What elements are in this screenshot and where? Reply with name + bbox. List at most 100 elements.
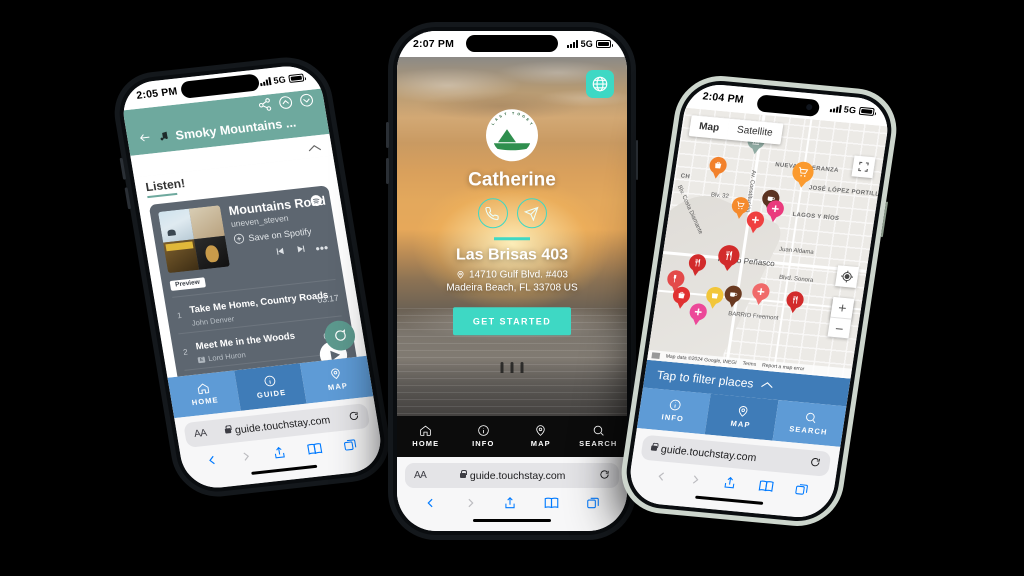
info-icon (477, 425, 489, 436)
my-location-icon[interactable] (835, 265, 860, 288)
reload-icon[interactable] (808, 454, 822, 473)
back-button[interactable] (654, 468, 669, 485)
forward-button[interactable] (688, 471, 703, 488)
sidebar-item-search[interactable]: SEARCH (569, 416, 627, 457)
forward-button[interactable] (464, 495, 477, 511)
home-indicator (405, 514, 619, 527)
zoom-in-button[interactable]: + (830, 297, 854, 319)
chevron-down-circle-icon[interactable] (298, 93, 315, 113)
reload-icon[interactable] (599, 467, 610, 485)
chevron-up-icon[interactable] (306, 139, 323, 158)
logo-ring-text: L A S T T O G E T (490, 111, 534, 127)
left-network-label: 5G (272, 74, 287, 86)
power-rail (635, 140, 638, 180)
map-pin-cafe[interactable] (723, 285, 744, 309)
terms-link[interactable]: Terms (742, 361, 756, 368)
volume-down-rail (124, 187, 131, 210)
tabs-button[interactable] (341, 436, 358, 453)
reload-icon[interactable] (347, 407, 361, 426)
text-size-button[interactable]: AA (414, 470, 427, 481)
spotify-player-card[interactable]: Mountains Road uneven_steven Save on Spo… (148, 185, 364, 378)
chevron-up-circle-icon[interactable] (278, 95, 295, 115)
map-pin-medical[interactable] (744, 210, 765, 235)
url-text: guide.touchstay.com (469, 469, 566, 482)
address-line-1: 14710 Gulf Blvd. #403 (456, 269, 568, 280)
notch (466, 35, 558, 52)
center-bottom-nav: HOME INFO MAP SEARCH (397, 416, 627, 457)
back-button[interactable] (205, 452, 221, 469)
map-tab[interactable]: Map (688, 115, 730, 140)
share-button[interactable] (722, 474, 738, 491)
map-pin-pharmacy[interactable] (765, 199, 785, 224)
address-text-1: 14710 Gulf Blvd. #403 (469, 268, 568, 280)
next-track-icon[interactable] (294, 241, 308, 260)
tabs-button[interactable] (586, 495, 600, 511)
center-url-bar[interactable]: AA guide.touchstay.com (405, 463, 619, 488)
sidebar-item-info[interactable]: INFO (454, 416, 512, 457)
address-text-2: Madeira Beach, FL 33708 US (446, 281, 578, 293)
tabs-button[interactable] (794, 481, 810, 498)
text-size-button[interactable]: AA (193, 428, 207, 440)
sidebar-item-map[interactable]: MAP (512, 416, 570, 457)
nav-label: HOME (191, 395, 220, 408)
host-name: Catherine (468, 169, 556, 191)
share-icon[interactable] (257, 97, 274, 117)
chat-icon (335, 329, 346, 341)
track-number: 1 (176, 310, 183, 320)
map-pin-icon (536, 425, 545, 436)
lock-icon (650, 445, 658, 451)
map-pin-restaurant[interactable] (665, 269, 686, 294)
nav-label: MAP (327, 381, 349, 393)
music-note-icon (157, 129, 170, 145)
get-started-button[interactable]: GET STARTED (452, 306, 572, 335)
share-button[interactable] (503, 495, 517, 511)
call-button[interactable] (477, 198, 508, 229)
map-pin-shopping[interactable] (790, 161, 816, 191)
zoom-out-button[interactable]: − (827, 316, 852, 339)
chevron-up-icon[interactable] (759, 377, 774, 392)
lock-icon (224, 428, 232, 434)
sidebar-item-search[interactable]: SEARCH (772, 400, 847, 447)
volume-up-rail (386, 122, 389, 148)
home-icon (197, 383, 210, 395)
nav-label: MAP (530, 439, 551, 448)
language-globe-button[interactable] (586, 70, 614, 98)
beach-silhouettes (500, 361, 524, 373)
report-error-link[interactable]: Report a map error (762, 362, 805, 372)
sidebar-item-info[interactable]: INFO (636, 387, 711, 435)
previous-track-icon[interactable] (274, 243, 288, 262)
battery-icon (858, 106, 875, 117)
map-pin-shopping[interactable] (707, 156, 728, 180)
track-artist: Lord Huron (207, 350, 247, 364)
nav-label: GUIDE (256, 387, 287, 400)
property-logo: L A S T T O G E T (486, 109, 538, 162)
back-button[interactable] (424, 495, 437, 511)
google-map[interactable]: Map Satellite CH NUEVA ESPERANZA JOSÉ LÓ… (647, 107, 889, 379)
left-content: Listen! Mountains Road uneven_steven Sav… (133, 155, 367, 378)
arrow-left-icon[interactable] (136, 130, 154, 147)
map-pin-pharmacy[interactable] (687, 302, 708, 326)
location-pin-icon (457, 270, 464, 279)
hero-section: L A S T T O G E T Catherine Las Brisas 4… (397, 57, 627, 416)
map-pin-icon (331, 368, 340, 380)
fullscreen-icon[interactable] (851, 155, 876, 179)
bookmarks-button[interactable] (757, 478, 774, 495)
forward-button[interactable] (238, 448, 254, 465)
track-artist: John Denver (191, 314, 235, 328)
sidebar-item-map[interactable]: MAP (704, 393, 779, 441)
bookmarks-button[interactable] (306, 440, 324, 457)
map-pin-restaurant[interactable] (716, 243, 742, 274)
globe-icon (592, 76, 608, 92)
map-pin-restaurant[interactable] (784, 290, 805, 315)
share-button[interactable] (272, 444, 289, 461)
lock-icon (459, 469, 467, 478)
plus-circle-icon (233, 233, 245, 244)
sidebar-item-home[interactable]: HOME (397, 416, 455, 457)
map-pin-medical[interactable] (750, 282, 771, 307)
more-options-icon[interactable]: ••• (314, 241, 329, 256)
battery-icon (596, 40, 613, 48)
google-logo (651, 352, 661, 359)
map-pin-restaurant[interactable] (686, 253, 707, 278)
bookmarks-button[interactable] (544, 495, 559, 511)
message-button[interactable] (516, 198, 547, 229)
